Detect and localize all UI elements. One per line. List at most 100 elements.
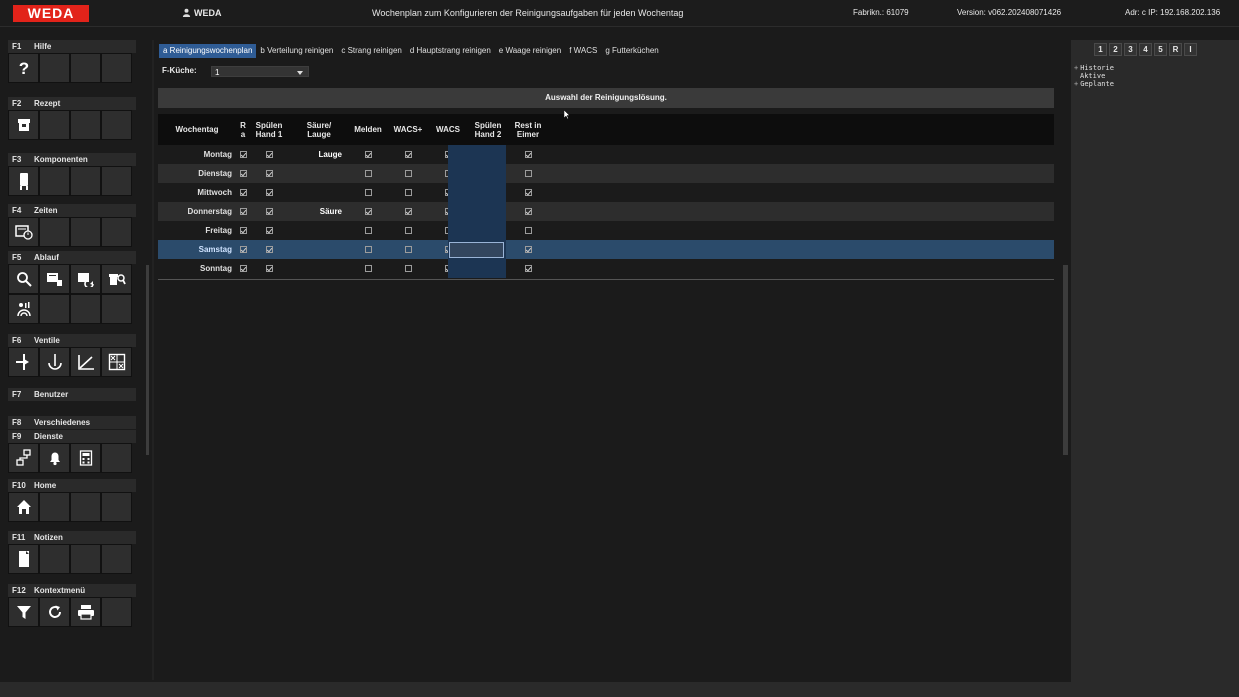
home-button[interactable] [8, 492, 39, 522]
table-row[interactable]: Samstag [158, 240, 1054, 259]
filter-button[interactable] [8, 597, 39, 627]
checkbox-wacsp[interactable] [404, 170, 412, 178]
checkbox-rest[interactable] [524, 189, 532, 197]
sensor-button[interactable] [8, 294, 39, 324]
flow-button[interactable] [39, 264, 70, 294]
column-header-sol[interactable]: Säure/ Lauge [290, 114, 348, 145]
refresh-button[interactable] [39, 597, 70, 627]
bell-button[interactable] [39, 443, 70, 473]
checkbox-sp1[interactable] [265, 265, 273, 273]
help-button[interactable]: ? [8, 53, 39, 83]
sidebar-header-f11[interactable]: F11 Notizen [8, 531, 136, 544]
fkuche-select[interactable]: 1 [211, 66, 309, 77]
tab-wacs[interactable]: f WACS [565, 44, 601, 58]
sidebar-header-f5[interactable]: F5 Ablauf [8, 251, 136, 264]
sidebar-header-f8[interactable]: F8 Verschiedenes [8, 416, 136, 429]
checkbox-wacsp[interactable] [404, 189, 412, 197]
timer-button[interactable] [8, 217, 39, 247]
silo-button[interactable] [8, 166, 39, 196]
tab-hauptstrang-reinigen[interactable]: d Hauptstrang reinigen [406, 44, 495, 58]
sidebar-scrollbar[interactable] [146, 265, 149, 455]
checkbox-melden[interactable] [364, 246, 372, 254]
sidebar-header-f12[interactable]: F12 Kontextmenü [8, 584, 136, 597]
checkbox-r[interactable] [239, 208, 247, 216]
grid-button[interactable] [101, 347, 132, 377]
tab-verteilung-reinigen[interactable]: b Verteilung reinigen [256, 44, 337, 58]
checkbox-rest[interactable] [524, 151, 532, 159]
solution-cell[interactable]: Säure [290, 202, 342, 221]
column-header-melden[interactable]: Melden [348, 114, 388, 145]
sidebar-header-f9[interactable]: F9 Dienste [8, 430, 136, 443]
checkbox-rest[interactable] [524, 170, 532, 178]
checkbox-r[interactable] [239, 227, 247, 235]
checkbox-wacsp[interactable] [404, 227, 412, 235]
solution-cell[interactable] [290, 183, 342, 202]
checkbox-rest[interactable] [524, 227, 532, 235]
sidebar-header-f3[interactable]: F3 Komponenten [8, 153, 136, 166]
recipe-button[interactable] [8, 110, 39, 140]
table-row[interactable]: Freitag [158, 221, 1054, 240]
sidebar-header-f10[interactable]: F10 Home [8, 479, 136, 492]
solution-cell[interactable] [290, 240, 342, 259]
user-indicator[interactable]: WEDA [182, 8, 222, 18]
column-header-r[interactable]: R a [236, 114, 250, 145]
tab-futterküchen[interactable]: g Futterküchen [601, 44, 662, 58]
sidebar-header-f2[interactable]: F2 Rezept [8, 97, 136, 110]
solution-cell[interactable] [290, 164, 342, 183]
search-button[interactable] [8, 264, 39, 294]
checkbox-wacsp[interactable] [404, 208, 412, 216]
sidebar-header-f6[interactable]: F6 Ventile [8, 334, 136, 347]
notes-button[interactable] [8, 544, 39, 574]
checkbox-wacsp[interactable] [404, 246, 412, 254]
checkbox-sp1[interactable] [265, 208, 273, 216]
checkbox-sp1[interactable] [265, 170, 273, 178]
checkbox-r[interactable] [239, 246, 247, 254]
panel-tab-4[interactable]: 4 [1139, 43, 1152, 56]
tree-node-aktive[interactable]: Aktive [1074, 72, 1114, 80]
table-row[interactable]: Dienstag [158, 164, 1054, 183]
panel-tab-3[interactable]: 3 [1124, 43, 1137, 56]
checkbox-wacsp[interactable] [404, 151, 412, 159]
sidebar-header-f4[interactable]: F4 Zeiten [8, 204, 136, 217]
checkbox-rest[interactable] [524, 208, 532, 216]
main-scrollbar[interactable] [1063, 265, 1068, 455]
checkbox-sp1[interactable] [265, 189, 273, 197]
calculator-button[interactable] [70, 443, 101, 473]
trough-search-button[interactable] [101, 264, 132, 294]
table-row[interactable]: Sonntag [158, 259, 1054, 278]
checkbox-wacsp[interactable] [404, 265, 412, 273]
panel-tab-2[interactable]: 2 [1109, 43, 1122, 56]
solution-cell[interactable] [290, 259, 342, 278]
tab-waage-reinigen[interactable]: e Waage reinigen [495, 44, 565, 58]
panel-tab-1[interactable]: 1 [1094, 43, 1107, 56]
column-header-tag[interactable]: Wochentag [158, 114, 236, 145]
checkbox-melden[interactable] [364, 189, 372, 197]
sidebar-header-f7[interactable]: F7 Benutzer [8, 388, 136, 401]
column-header-wacs[interactable]: WACS [428, 114, 468, 145]
checkbox-melden[interactable] [364, 227, 372, 235]
tree-node-historie[interactable]: + Historie [1074, 64, 1114, 72]
solution-editor[interactable] [449, 242, 504, 258]
panel-tab-i[interactable]: I [1184, 43, 1197, 56]
table-row[interactable]: Mittwoch [158, 183, 1054, 202]
checkbox-rest[interactable] [524, 265, 532, 273]
solution-cell[interactable]: Lauge [290, 145, 342, 164]
column-header-rest[interactable]: Rest in Eimer [508, 114, 548, 145]
expand-toggle-icon[interactable]: + [1074, 64, 1078, 72]
table-row[interactable]: Donnerstag Säure [158, 202, 1054, 221]
expand-toggle-icon[interactable]: + [1074, 80, 1078, 88]
checkbox-r[interactable] [239, 170, 247, 178]
network-button[interactable] [8, 443, 39, 473]
column-header-sp2[interactable]: Spülen Hand 2 [468, 114, 508, 145]
checkbox-sp1[interactable] [265, 151, 273, 159]
checkbox-melden[interactable] [364, 151, 372, 159]
panel-tab-r[interactable]: R [1169, 43, 1182, 56]
checkbox-r[interactable] [239, 189, 247, 197]
checkbox-rest[interactable] [524, 246, 532, 254]
tab-strang-reinigen[interactable]: c Strang reinigen [337, 44, 405, 58]
checkbox-melden[interactable] [364, 170, 372, 178]
solution-cell[interactable] [290, 221, 342, 240]
checkbox-r[interactable] [239, 265, 247, 273]
checkbox-sp1[interactable] [265, 227, 273, 235]
tree-node-geplante[interactable]: + Geplante [1074, 80, 1114, 88]
